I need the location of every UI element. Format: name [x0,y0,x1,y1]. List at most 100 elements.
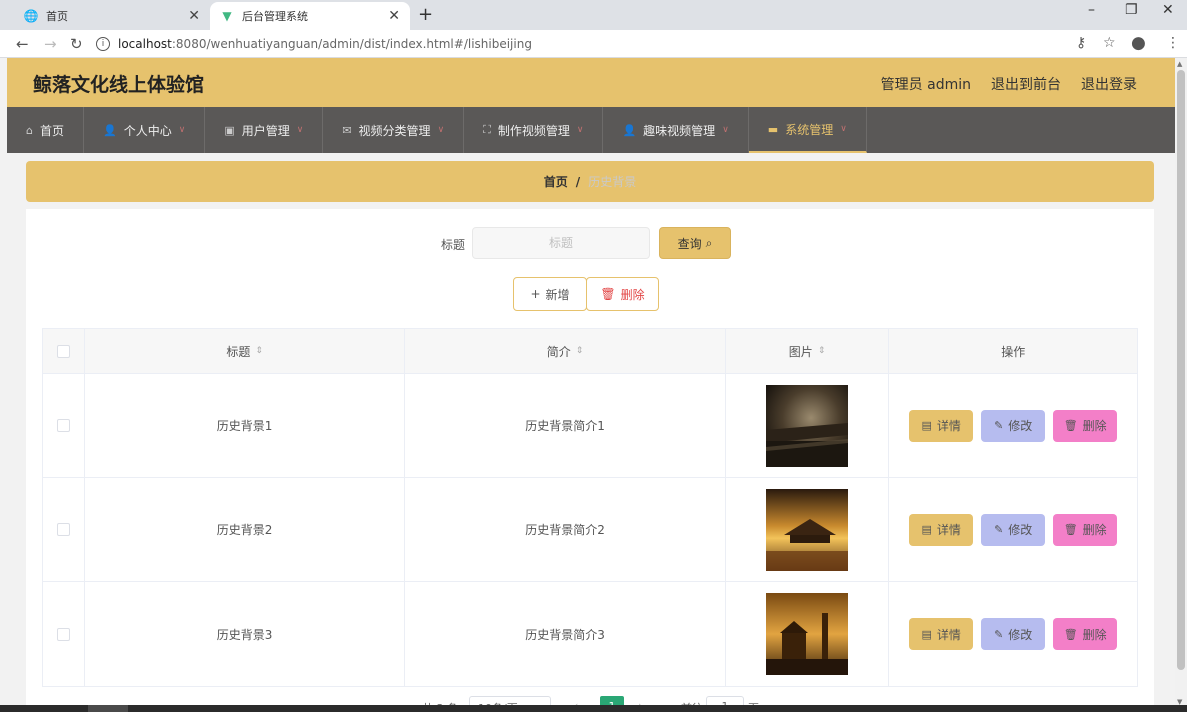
header-links: 管理员 admin 退出到前台 退出登录 [881,74,1137,94]
nav-item-system[interactable]: ▬ 系统管理 ∨ [748,107,867,153]
back-arrow-icon[interactable]: ← [16,35,29,53]
reload-icon[interactable]: ↻ [70,35,83,53]
url-field[interactable]: i localhost:8080/wenhuatiyanguan/admin/d… [96,33,1066,55]
detail-button[interactable]: ▤ 详情 [909,409,974,442]
edit-button[interactable]: ✎ 修改 [981,618,1046,650]
nav-item-video-category[interactable]: ✉ 视频分类管理 ∨ [323,107,465,153]
home-icon: ⌂ [26,123,33,137]
detail-label: 详情 [936,523,961,537]
sort-icon[interactable]: ⇕ [576,346,584,356]
document-icon: ▤ [921,627,932,641]
address-bar: ← → ↻ i localhost:8080/wenhuatiyanguan/a… [0,30,1187,58]
vue-logo-icon: ▼ [222,9,232,23]
edit-button[interactable]: ✎ 修改 [981,513,1046,546]
menu-dots-icon[interactable]: ⋮ [1166,35,1180,51]
close-tab-icon[interactable]: ✕ [388,8,400,24]
breadcrumb-current: 历史背景 [588,175,637,189]
plus-icon: + [530,287,541,301]
table-row: 历史背景2 历史背景简介2 ▤ 详情 ✎ 修改 🗑 删除 [43,478,1137,582]
document-icon: ▤ [921,419,932,432]
tab-title: 后台管理系统 [242,10,308,23]
nav-label: 制作视频管理 [497,123,570,138]
row-title: 历史背景3 [85,582,406,686]
delete-label: 删除 [1082,627,1107,642]
sort-icon[interactable]: ⇕ [818,346,826,356]
trash-icon: 🗑 [1063,627,1078,641]
batch-delete-button[interactable]: 🗑 删除 [586,277,659,311]
document-icon: ▤ [921,523,932,536]
row-checkbox[interactable] [56,627,70,641]
breadcrumb: 首页 / 历史背景 [26,161,1154,202]
detail-button[interactable]: ▤ 详情 [909,618,974,650]
column-actions-label: 操作 [1001,344,1026,359]
browser-tab-admin[interactable]: ▼ 后台管理系统 ✕ [210,2,410,30]
golden-sunset-photo [766,488,849,571]
dark-waterfront-photo [766,384,849,467]
browser-tab-home[interactable]: 🌐 首页 ✕ [14,2,210,30]
nav-item-personal-center[interactable]: 👤 个人中心 ∨ [84,107,206,153]
row-title: 历史背景1 [85,374,406,477]
sort-icon[interactable]: ⇕ [255,346,263,356]
row-checkbox[interactable] [56,419,70,432]
close-window-icon[interactable]: ✕ [1162,2,1174,18]
edit-label: 修改 [1008,523,1033,537]
column-header-intro[interactable]: 简介 ⇕ [405,329,726,373]
vertical-scrollbar[interactable]: ▲ ▼ [1175,58,1187,712]
minimize-icon[interactable]: – [1088,2,1095,18]
scrollbar-thumb[interactable] [1177,70,1185,670]
row-delete-button[interactable]: 🗑 删除 [1053,409,1118,442]
trash-icon: 🗑 [1063,523,1078,536]
select-all-checkbox[interactable] [56,344,70,358]
row-delete-button[interactable]: 🗑 删除 [1053,513,1118,546]
nav-item-home[interactable]: ⌂ 首页 [7,107,84,153]
row-checkbox[interactable] [56,523,70,536]
forward-arrow-icon[interactable]: → [44,35,57,53]
search-icon: ⌕ [705,235,713,250]
trash-icon: 🗑 [600,287,616,301]
to-front-link[interactable]: 退出到前台 [991,74,1061,94]
url-host: localhost [118,37,172,51]
breadcrumb-separator: / [575,174,581,189]
query-button[interactable]: 查询 ⌕ [659,227,731,259]
logout-link[interactable]: 退出登录 [1081,74,1137,94]
column-header-title[interactable]: 标题 ⇕ [85,329,406,373]
pencil-icon: ✎ [994,419,1004,432]
title-search-input[interactable] [472,227,650,259]
tab-title: 首页 [46,10,68,23]
scroll-up-icon[interactable]: ▲ [1177,60,1182,68]
column-intro-label: 简介 [546,344,571,359]
browser-tab-bar: 🌐 首页 ✕ ▼ 后台管理系统 ✕ + – ❐ ✕ [0,0,1187,30]
nav-item-video-production[interactable]: ⛶ 制作视频管理 ∨ [464,107,604,153]
ancient-tower-photo [766,593,849,675]
briefcase-icon: ▬ [767,122,779,136]
account-icon[interactable]: ● [1131,33,1146,53]
new-tab-button[interactable]: + [418,4,433,25]
delete-label: 删除 [620,287,645,302]
table-row: 历史背景1 历史背景简介1 ▤ 详情 ✎ 修改 🗑 删除 [43,374,1137,478]
info-icon[interactable]: i [96,37,110,51]
nav-label: 系统管理 [785,122,834,137]
chevron-down-icon: ∨ [576,125,584,135]
nav-item-fun-video[interactable]: 👤 趣味视频管理 ∨ [603,107,749,153]
key-icon[interactable]: ⚷ [1076,35,1086,51]
breadcrumb-home[interactable]: 首页 [544,173,568,190]
globe-icon: 🌐 [23,9,39,23]
chevron-down-icon: ∨ [722,125,729,135]
detail-label: 详情 [936,419,961,433]
edit-button[interactable]: ✎ 修改 [981,409,1046,442]
pencil-icon: ✎ [994,523,1004,536]
person-icon: 👤 [622,123,637,137]
star-icon[interactable]: ☆ [1103,35,1116,51]
os-taskbar [0,705,1187,712]
detail-button[interactable]: ▤ 详情 [909,513,974,546]
add-button[interactable]: + 新增 [513,277,587,311]
restore-icon[interactable]: ❐ [1125,2,1138,18]
nav-label: 用户管理 [241,123,290,138]
close-tab-icon[interactable]: ✕ [188,8,200,24]
nav-item-user-management[interactable]: ▣ 用户管理 ∨ [205,107,324,153]
user-icon: 👤 [103,123,117,137]
column-header-image[interactable]: 图片 ⇕ [726,329,890,373]
column-image-label: 图片 [788,344,813,359]
chevron-down-icon: ∨ [296,125,304,135]
row-delete-button[interactable]: 🗑 删除 [1053,618,1118,650]
